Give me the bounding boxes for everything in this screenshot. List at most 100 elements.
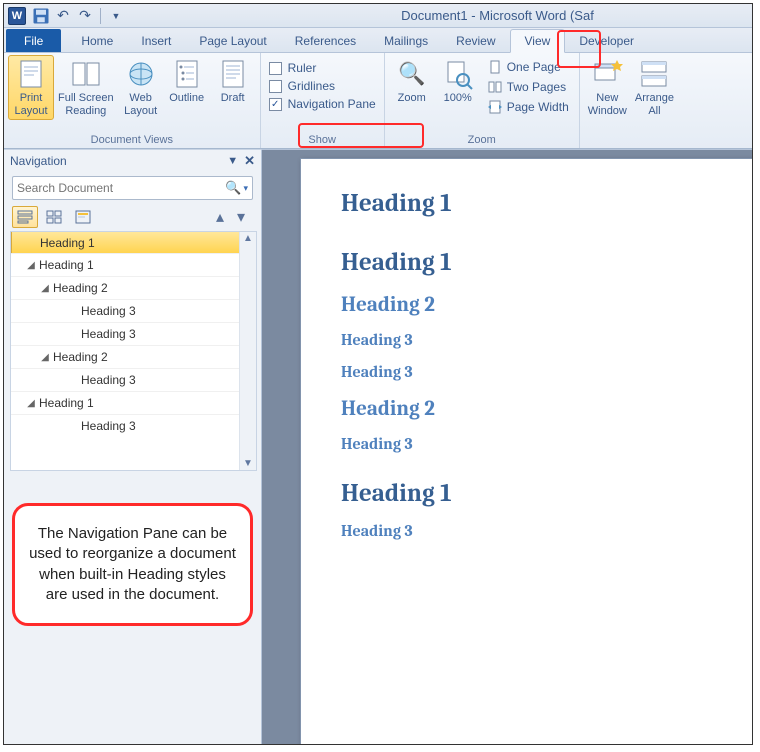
two-pages-icon (487, 79, 503, 95)
one-page-button[interactable]: One Page (483, 57, 573, 77)
doc-heading[interactable]: Heading 2 (341, 397, 719, 421)
tree-node[interactable]: ◢Heading 1 (11, 391, 256, 414)
document-area[interactable]: Heading 1 Heading 1 Heading 2 Heading 3 Head… (262, 149, 752, 744)
checkbox-checked-icon: ✓ (269, 98, 282, 111)
nav-tab-results[interactable] (70, 206, 96, 228)
doc-heading[interactable]: Heading 1 (341, 248, 719, 277)
scroll-down-icon[interactable]: ▼ (243, 457, 253, 470)
search-dropdown-icon[interactable]: ▾ (243, 183, 248, 194)
print-layout-label: Print Layout (14, 92, 47, 117)
zoom-100-label: 100% (444, 92, 472, 105)
nav-next-button[interactable]: ▾ (232, 206, 250, 228)
nav-prev-button[interactable]: ▴ (211, 206, 229, 228)
draft-label: Draft (221, 92, 245, 105)
nav-close-button[interactable]: ✕ (244, 153, 255, 169)
draft-button[interactable]: Draft (210, 55, 256, 108)
tree-node[interactable]: Heading 3 (11, 414, 256, 437)
doc-heading[interactable]: Heading 3 (341, 522, 719, 540)
doc-heading[interactable]: Heading 1 (341, 189, 719, 218)
tree-node-label: Heading 3 (81, 327, 136, 341)
tab-mailings[interactable]: Mailings (370, 30, 442, 52)
expander-icon[interactable]: ◢ (39, 352, 51, 363)
qat-customize-button[interactable]: ▼ (106, 6, 126, 26)
one-page-icon (487, 59, 503, 75)
gridlines-label: Gridlines (288, 79, 335, 93)
zoom-button[interactable]: 🔍 Zoom (389, 55, 435, 108)
tree-node[interactable]: ◢Heading 2 (11, 276, 256, 299)
tree-node-label: Heading 3 (81, 304, 136, 318)
show-group-label: Show (265, 133, 380, 148)
page-width-button[interactable]: Page Width (483, 97, 573, 117)
new-window-icon (591, 58, 623, 90)
tree-node[interactable]: Heading 3 (11, 299, 256, 322)
doc-heading[interactable]: Heading 2 (341, 293, 719, 317)
navigation-pane: Navigation ▼ ✕ 🔍 ▾ ▴ ▾ Heading 1◢Heading… (4, 149, 262, 744)
tree-node[interactable]: Heading 3 (11, 322, 256, 345)
checkbox-icon (269, 80, 282, 93)
ribbon-body: Print Layout Full Screen Reading Web Lay… (4, 53, 752, 149)
doc-heading[interactable]: Heading 3 (341, 331, 719, 349)
outline-button[interactable]: Outline (164, 55, 210, 108)
expander-icon[interactable]: ◢ (25, 260, 37, 271)
group-show: Ruler Gridlines ✓Navigation Pane Show (261, 53, 385, 148)
gridlines-checkbox[interactable]: Gridlines (265, 77, 339, 95)
web-layout-label: Web Layout (124, 92, 157, 117)
group-window: New Window Arrange All (580, 53, 682, 148)
tab-developer[interactable]: Developer (565, 30, 648, 52)
tab-page-layout[interactable]: Page Layout (185, 30, 280, 52)
two-pages-button[interactable]: Two Pages (483, 77, 573, 97)
scroll-up-icon[interactable]: ▲ (243, 232, 253, 245)
web-layout-button[interactable]: Web Layout (118, 55, 164, 120)
search-icon[interactable]: 🔍 (225, 180, 241, 196)
tree-scrollbar[interactable]: ▲ ▼ (239, 232, 256, 470)
tree-node-label: Heading 3 (81, 373, 136, 387)
tree-node[interactable]: Heading 1 (11, 231, 256, 254)
new-window-button[interactable]: New Window (584, 55, 631, 120)
full-screen-reading-icon (70, 58, 102, 90)
web-layout-icon (125, 58, 157, 90)
draft-icon (217, 58, 249, 90)
expander-icon[interactable]: ◢ (25, 398, 37, 409)
tree-node[interactable]: ◢Heading 2 (11, 345, 256, 368)
doc-heading[interactable]: Heading 3 (341, 435, 719, 453)
nav-dropdown-button[interactable]: ▼ (227, 155, 238, 167)
nav-tab-pages[interactable] (41, 206, 67, 228)
tree-node[interactable]: ◢Heading 1 (11, 253, 256, 276)
print-layout-button[interactable]: Print Layout (8, 55, 54, 120)
arrange-all-icon (638, 58, 670, 90)
tab-file[interactable]: File (6, 29, 61, 52)
tab-references[interactable]: References (281, 30, 370, 52)
annotation-callout: The Navigation Pane can be used to reorg… (12, 503, 253, 626)
zoom-100-icon (442, 58, 474, 90)
zoom-100-button[interactable]: 100% (435, 55, 481, 108)
ruler-label: Ruler (288, 61, 317, 75)
tree-node[interactable]: Heading 3 (11, 368, 256, 391)
zoom-icon: 🔍 (396, 58, 428, 90)
tree-node-label: Heading 1 (40, 236, 95, 250)
search-box[interactable]: 🔍 ▾ (12, 176, 253, 200)
full-screen-reading-button[interactable]: Full Screen Reading (54, 55, 118, 120)
arrange-all-button[interactable]: Arrange All (631, 55, 678, 120)
tab-home[interactable]: Home (67, 30, 127, 52)
qat-redo-button[interactable]: ↷ (75, 6, 95, 26)
search-input[interactable] (17, 181, 225, 195)
navigation-pane-checkbox[interactable]: ✓Navigation Pane (265, 95, 380, 113)
tab-insert[interactable]: Insert (127, 30, 185, 52)
doc-heading[interactable]: Heading 3 (341, 363, 719, 381)
navigation-pane-title: Navigation (10, 154, 67, 168)
qat-save-button[interactable] (31, 6, 51, 26)
document-views-label: Document Views (8, 133, 256, 148)
ribbon-tabs: File Home Insert Page Layout References … (4, 28, 752, 53)
nav-tab-headings[interactable] (12, 206, 38, 228)
expander-icon[interactable]: ◢ (39, 283, 51, 294)
tab-review[interactable]: Review (442, 30, 509, 52)
tab-view[interactable]: View (510, 29, 566, 53)
doc-heading[interactable]: Heading 1 (341, 479, 719, 508)
ruler-checkbox[interactable]: Ruler (265, 59, 321, 77)
zoom-label: Zoom (398, 92, 426, 105)
document-page[interactable]: Heading 1 Heading 1 Heading 2 Heading 3 Head… (300, 158, 752, 744)
new-window-label: New Window (588, 92, 627, 117)
qat-undo-button[interactable]: ↶ (53, 6, 73, 26)
qat-separator (100, 8, 101, 24)
zoom-group-label: Zoom (389, 133, 575, 148)
